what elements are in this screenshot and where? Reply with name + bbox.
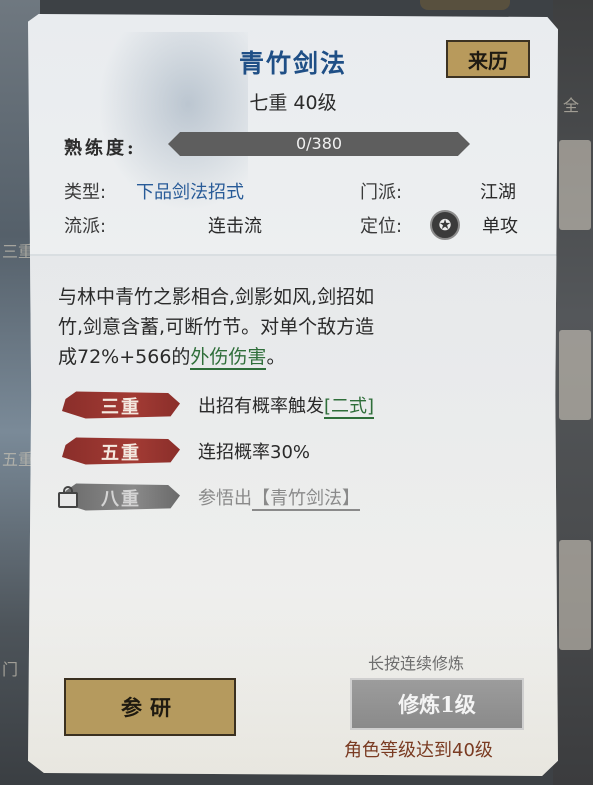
tier-label: 三重: [101, 397, 141, 418]
proficiency-label: 熟练度:: [64, 138, 137, 159]
bg-fragment: 三重: [2, 242, 35, 261]
bg-tile: [559, 330, 591, 420]
bg-tile: [559, 540, 591, 650]
school-value: 江湖: [480, 182, 516, 203]
second-form-link[interactable]: [二式]: [324, 396, 375, 419]
style-value: 连击流: [208, 216, 262, 237]
description-line: 竹,剑意含蓄,可断竹节。对单个敌方造: [58, 316, 375, 338]
proficiency-text: 0/380: [295, 134, 343, 153]
tier-label: 五重: [101, 443, 141, 464]
background-right-scene: 全: [553, 0, 593, 785]
tier-effect-text: 连招概率30%: [198, 442, 311, 463]
origin-button[interactable]: 来历: [446, 40, 530, 78]
role-label: 定位:: [360, 216, 403, 237]
bg-tile: [559, 140, 591, 230]
train-button[interactable]: 修炼1级: [350, 678, 524, 730]
tier-effect: 出招有概率触发[二式]: [198, 392, 375, 419]
skill-level: 七重 40级: [249, 92, 337, 114]
tier-effect-text: 参悟出: [198, 488, 252, 509]
description-text: 。: [266, 346, 286, 368]
long-press-hint: 长按连续修炼: [368, 654, 465, 673]
description-line: 成72%+566的外伤伤害。: [58, 342, 528, 372]
tier-effect: 连招概率30%: [198, 438, 310, 464]
role-value: 单攻: [482, 216, 518, 237]
bg-fragment: 全: [563, 96, 580, 115]
tier-effect: 参悟出【青竹剑法】: [198, 484, 360, 511]
proficiency-bar: 0/380: [168, 132, 470, 156]
bg-fragment: 五重: [2, 450, 35, 469]
description-line: 与林中青竹之影相合,剑影如风,剑招如: [58, 286, 375, 308]
external-damage-link[interactable]: 外伤伤害: [190, 346, 267, 370]
skill-description: 与林中青竹之影相合,剑影如风,剑招如 竹,剑意含蓄,可断竹节。对单个敌方造 成7…: [58, 282, 528, 372]
school-label: 门派:: [360, 182, 403, 203]
tier-badge-locked: 八重: [62, 482, 180, 512]
section-divider: [28, 254, 558, 256]
type-label: 类型:: [64, 182, 107, 203]
tier-badge: 三重: [62, 390, 180, 420]
bg-decoration: [420, 0, 510, 10]
level-requirement: 角色等级达到40级: [344, 740, 493, 761]
skill-name-link[interactable]: 【青竹剑法】: [252, 488, 360, 511]
tier-badge: 五重: [62, 436, 180, 466]
bg-fragment: 门: [2, 660, 19, 679]
lock-icon: [58, 486, 78, 508]
study-button[interactable]: 参研: [64, 678, 236, 736]
style-label: 流派:: [64, 216, 107, 237]
type-value: 下品剑法招式: [136, 182, 244, 203]
tier-label: 八重: [101, 489, 141, 510]
single-target-icon[interactable]: ✪: [430, 210, 460, 240]
description-text: 成72%+566的: [58, 346, 191, 368]
skill-detail-panel: 青竹剑法 七重 40级 来历 熟练度: 0/380 类型: 下品剑法招式 门派:…: [28, 14, 558, 776]
tier-effect-text: 出招有概率触发: [198, 396, 324, 417]
